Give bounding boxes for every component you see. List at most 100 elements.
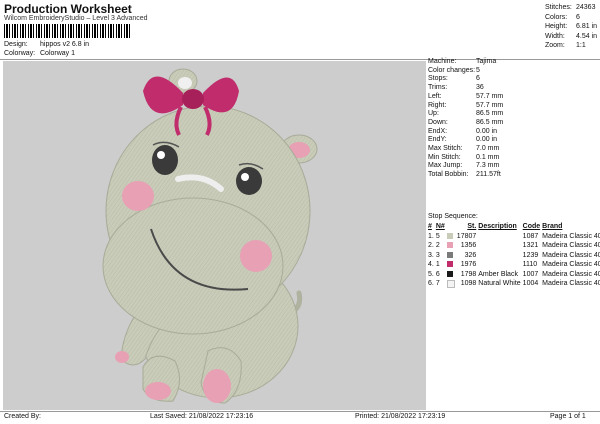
cell-num: 6. <box>428 280 434 288</box>
property-label: Min Stitch: <box>428 153 461 161</box>
property-row: Stops: 6 <box>428 75 503 84</box>
summary-value: 24363 <box>576 4 596 11</box>
summary-row: Height: 6.81 in <box>545 22 597 32</box>
property-row: EndY: 0.00 in <box>428 136 503 145</box>
created-by: Created By: <box>4 413 41 420</box>
property-row: Color changes:5 <box>428 67 503 76</box>
property-row: Left: 57.7 mm <box>428 93 503 102</box>
summary-row: Zoom: 1:1 <box>545 41 597 51</box>
cell-stitches: 326 <box>464 251 477 259</box>
cell-code: 1087 <box>522 232 539 240</box>
cell-num: 1. <box>428 232 434 240</box>
property-row: Max Stitch: 7.0 mm <box>428 145 503 154</box>
table-row: 2. 2 1356 1321 Madeira Classic 40 <box>427 241 600 251</box>
cell-brand: Madeira Classic 40 <box>542 232 600 240</box>
property-label: Total Bobbin: <box>428 171 469 179</box>
cell-swatch <box>446 241 456 251</box>
property-row: Total Bobbin: 211.57ft <box>428 171 503 180</box>
cell-code: 1321 <box>522 242 539 250</box>
table-row: 4. 1 1976 1110 Madeira Classic 40 <box>427 260 600 270</box>
summary-label: Width: <box>545 32 565 40</box>
cell-num: 3. <box>428 251 434 259</box>
col-header-brand: Brand <box>542 223 563 231</box>
printed-date: Printed: 21/08/2022 17:23:19 <box>355 413 446 420</box>
cell-brand: Madeira Classic 40 <box>542 270 600 278</box>
summary-value: 6.81 in <box>576 23 598 30</box>
cell-needle: 1 <box>435 261 440 269</box>
page-title: Production Worksheet <box>4 2 132 16</box>
property-value: 86.5 mm <box>476 110 504 118</box>
cell-code: 1239 <box>522 251 539 259</box>
property-label: EndX: <box>428 127 448 135</box>
color-swatch <box>446 261 453 268</box>
stop-sequence-table: # N# St. Description Code Brand 1. 5 178… <box>427 222 600 289</box>
design-label: Design: <box>4 41 28 48</box>
property-label: EndY: <box>428 136 447 144</box>
table-header-row: # N# St. Description Code Brand <box>427 222 600 232</box>
property-label: Max Jump: <box>428 162 463 170</box>
header-divider <box>0 59 600 60</box>
cell-brand: Madeira Classic 40 <box>542 261 600 269</box>
color-swatch <box>446 232 453 239</box>
cell-needle: 5 <box>435 232 440 240</box>
machine-properties: Machine: Tajima Color changes:5 Stops: 6 T… <box>428 58 503 180</box>
color-swatch <box>446 242 453 249</box>
property-label: Trims: <box>428 84 448 92</box>
property-value: 7.3 mm <box>476 162 500 170</box>
table-row: 5. 6 1798 Amber Black 1007 Madeira Class… <box>427 270 600 280</box>
summary-row: Colors: 6 <box>545 13 597 23</box>
summary-value: 4.54 in <box>576 32 598 40</box>
summary-label: Zoom: <box>545 42 565 49</box>
property-row: EndX: 0.00 in <box>428 128 503 137</box>
cell-needle: 6 <box>435 270 440 278</box>
property-row: Right: 57.7 mm <box>428 102 503 111</box>
summary-value: 1:1 <box>576 42 586 49</box>
col-header-needle: N# <box>435 223 445 231</box>
property-label: Machine: <box>428 58 457 65</box>
table-row: 1. 5 17807 1087 Madeira Classic 40 <box>427 232 600 242</box>
cell-brand: Madeira Classic 40 <box>542 242 600 250</box>
summary-label: Height: <box>545 23 568 30</box>
property-label: Left: <box>428 92 442 100</box>
cell-brand: Madeira Classic 40 <box>542 251 600 259</box>
cell-swatch <box>446 260 456 270</box>
property-value: 7.0 mm <box>476 145 500 153</box>
property-row: Down: 86.5 mm <box>428 119 503 128</box>
cell-swatch <box>446 270 456 280</box>
property-value: 5 <box>476 66 480 74</box>
color-swatch <box>446 279 455 288</box>
cell-num: 2. <box>428 242 434 250</box>
property-label: Up: <box>428 110 439 118</box>
table-row: 6. 7 1098 Natural White 1004 Madeira Cla… <box>427 279 600 289</box>
cell-num: 4. <box>428 261 434 269</box>
table-row: 3. 3 326 1239 Madeira Classic 40 <box>427 251 600 261</box>
design-value: hippos v2 6.8 in <box>40 41 90 48</box>
cell-needle: 2 <box>435 242 440 250</box>
cell-brand: Madeira Classic 40 <box>542 280 600 288</box>
summary-label: Colors: <box>545 13 568 21</box>
col-header-description: Description <box>478 223 517 231</box>
property-value: 57.7 mm <box>476 92 504 100</box>
color-swatch <box>446 270 453 277</box>
cell-needle: 3 <box>435 251 440 259</box>
property-label: Down: <box>428 118 448 126</box>
property-value: 6 <box>476 75 480 83</box>
property-row: Max Jump: 7.3 mm <box>428 162 503 171</box>
property-value: 0.1 mm <box>476 153 500 161</box>
colorway-label: Colorway: <box>4 50 36 57</box>
hippo-embroidery-image <box>102 68 318 404</box>
col-header-code: Code <box>522 223 541 231</box>
cell-swatch <box>446 251 456 261</box>
cell-stitches: 1356 <box>460 242 477 250</box>
col-header-swatch <box>446 222 456 232</box>
property-row: Min Stitch: 0.1 mm <box>428 154 503 163</box>
cell-description: Natural White <box>478 280 521 288</box>
property-value: 0.00 in <box>476 136 498 144</box>
property-label: Right: <box>428 101 447 109</box>
property-value: 0.00 in <box>476 127 498 135</box>
page-number: Page 1 of 1 <box>550 413 586 420</box>
cell-stitches: 1098 <box>460 280 477 288</box>
property-row: Up: 86.5 mm <box>428 110 503 119</box>
colorway-value: Colorway 1 <box>40 50 76 57</box>
cell-num: 5. <box>428 270 434 278</box>
